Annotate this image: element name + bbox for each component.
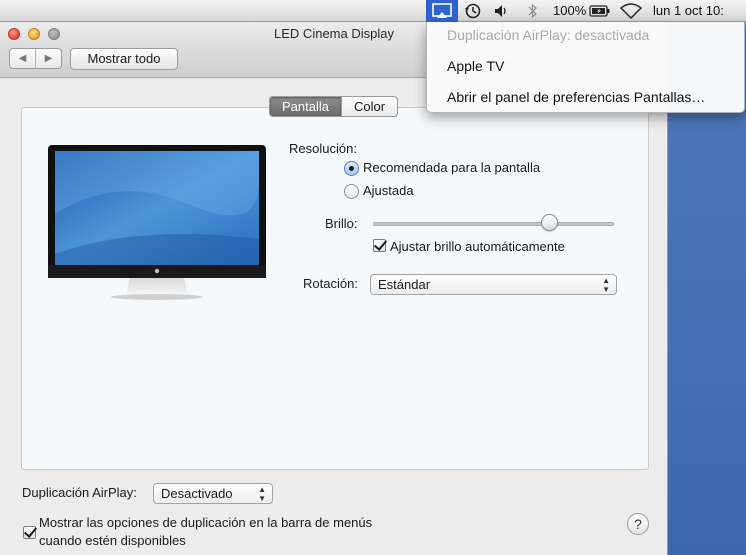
resolution-recommended-radio[interactable] <box>344 161 359 176</box>
show-mirroring-label-line2: cuando estén disponibles <box>39 533 186 548</box>
updown-arrows-icon: ▲ ▼ <box>258 484 266 503</box>
help-button[interactable]: ? <box>627 513 649 535</box>
airplay-icon <box>432 3 452 18</box>
brightness-label: Brillo: <box>325 216 358 231</box>
airplay-mirroring-label: Duplicación AirPlay: <box>22 485 137 500</box>
battery-percent[interactable]: 100% <box>553 0 586 22</box>
menubar-clock[interactable]: lun 1 oct 10: <box>653 0 724 22</box>
time-machine-icon[interactable] <box>463 2 483 20</box>
resolution-recommended-label: Recomendada para la pantalla <box>363 160 541 175</box>
brightness-slider-track[interactable] <box>373 222 614 226</box>
airplay-menu-extra[interactable] <box>426 0 458 22</box>
rotation-label: Rotación: <box>303 276 358 291</box>
updown-arrows-icon: ▲ ▼ <box>602 275 610 294</box>
auto-brightness-checkbox[interactable] <box>373 239 386 252</box>
show-all-button[interactable]: Mostrar todo <box>70 48 178 70</box>
airplay-mirroring-select[interactable]: Desactivado ▲ ▼ <box>153 483 273 504</box>
battery-icon[interactable] <box>589 5 611 17</box>
airplay-dropdown-menu: Duplicación AirPlay: desactivada Apple T… <box>426 22 745 113</box>
rotation-select[interactable]: Estándar ▲ ▼ <box>370 274 617 295</box>
volume-icon[interactable] <box>493 3 509 19</box>
monitor-image <box>48 145 266 300</box>
tab-bar: Pantalla Color <box>269 96 399 117</box>
auto-brightness-label: Ajustar brillo automáticamente <box>390 239 565 254</box>
brightness-slider-knob[interactable] <box>541 214 558 231</box>
resolution-scaled-label: Ajustada <box>363 183 414 198</box>
resolution-scaled-radio[interactable] <box>344 184 359 199</box>
navigation-segmented-control: ◀ ▶ <box>9 48 62 69</box>
apple-tv-menu-item[interactable]: Apple TV <box>447 58 504 74</box>
resolution-label: Resolución: <box>289 141 357 156</box>
tab-pantalla[interactable]: Pantalla <box>270 97 341 116</box>
show-mirroring-label-line1: Mostrar las opciones de duplicación en l… <box>39 515 373 530</box>
bluetooth-icon[interactable] <box>527 3 539 19</box>
tab-color[interactable]: Color <box>340 97 397 116</box>
airplay-status-item: Duplicación AirPlay: desactivada <box>447 27 650 43</box>
forward-arrow-icon[interactable]: ▶ <box>35 49 61 68</box>
menu-bar: 100% lun 1 oct 10: <box>0 0 746 22</box>
airplay-mirroring-value: Desactivado <box>161 486 233 501</box>
back-arrow-icon[interactable]: ◀ <box>10 49 35 68</box>
open-display-preferences-menu-item[interactable]: Abrir el panel de preferencias Pantallas… <box>447 89 705 105</box>
rotation-value: Estándar <box>378 277 431 292</box>
show-mirroring-in-menubar-checkbox[interactable] <box>23 526 36 539</box>
wifi-icon[interactable] <box>620 3 642 19</box>
